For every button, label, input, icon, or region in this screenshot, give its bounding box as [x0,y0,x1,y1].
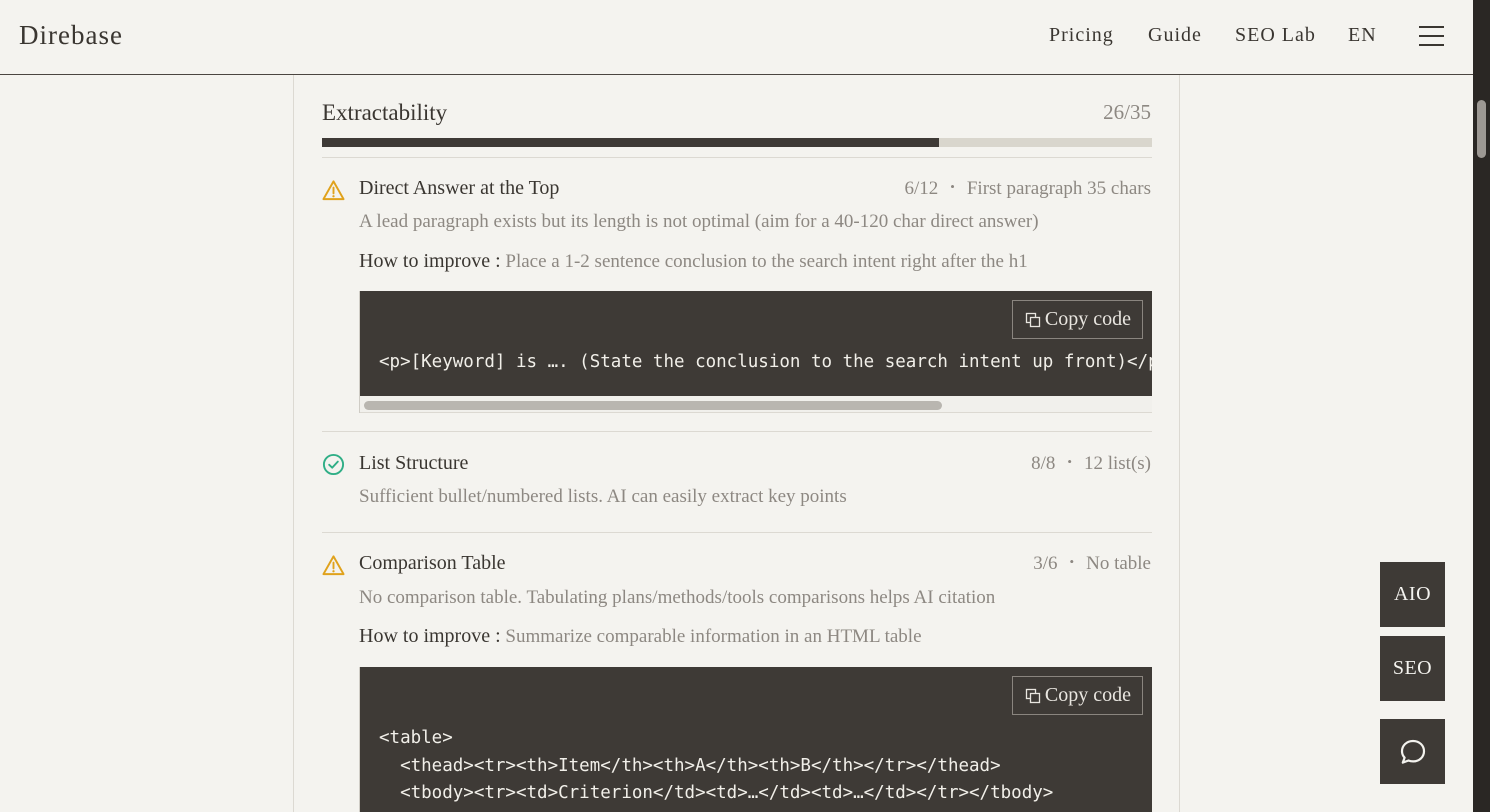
improve-label: How to improve : [359,625,501,647]
chat-bubble-icon [1400,739,1425,764]
item-description: No comparison table. Tabulating plans/me… [359,587,996,608]
extractability-card: Extractability 26/35 Direct Answer at th… [293,75,1180,812]
brand-logo[interactable]: Direbase [19,20,123,51]
copy-icon [1025,688,1041,703]
section-progress-bar [322,138,1152,147]
hamburger-menu-icon[interactable] [1419,26,1444,47]
warning-icon [322,180,345,201]
item-description: Sufficient bullet/numbered lists. AI can… [359,486,847,507]
copy-icon [1025,312,1041,327]
item-score: 8/8 [1031,453,1056,474]
improve-hint: How to improve : Summarize comparable in… [359,625,922,648]
nav-seo-lab[interactable]: SEO Lab [1235,24,1316,47]
seo-button[interactable]: SEO [1380,636,1445,701]
nav-language[interactable]: EN [1348,24,1377,47]
section-title: Extractability [322,100,448,125]
warning-icon [322,555,345,576]
improve-label: How to improve : [359,250,501,272]
page-scrollbar[interactable] [1473,0,1490,812]
improve-text: Summarize comparable information in an H… [505,626,922,647]
divider [322,532,1152,533]
divider [322,157,1152,158]
improve-hint: How to improve : Place a 1-2 sentence co… [359,250,1028,273]
item-score: 6/12 [904,178,939,199]
item-detail: 12 list(s) [1083,453,1151,474]
item-title: Direct Answer at the Top [359,177,560,199]
copy-code-label: Copy code [1044,684,1131,706]
chat-button[interactable] [1380,719,1445,784]
code-horizontal-scrollbar[interactable] [360,396,1152,413]
item-detail: First paragraph 35 chars [966,178,1151,199]
code-line: <table> [379,728,453,748]
item-meta: 8/8 • 12 list(s) [1031,453,1151,474]
code-snippet-container: Copy code <p>[Keyword] is …. (State the … [359,291,1152,413]
copy-code-label: Copy code [1044,308,1131,330]
item-title: Comparison Table [359,552,506,574]
item-meta: 3/6 • No table [1033,553,1151,574]
improve-text: Place a 1-2 sentence conclusion to the s… [505,251,1028,272]
divider [322,431,1152,432]
code-scrollbar-thumb[interactable] [364,401,942,410]
nav-guide[interactable]: Guide [1148,24,1202,47]
aio-button[interactable]: AIO [1380,562,1445,627]
item-title: List Structure [359,452,469,474]
item-meta: 6/12 • First paragraph 35 chars [904,178,1151,199]
code-block: Copy code <table> <thead><tr><th>Item</t… [360,667,1152,812]
code-line: <thead><tr><th>Item</th><th>A</th><th>B<… [379,756,1001,776]
item-description: A lead paragraph exists but its length i… [359,211,1039,232]
page-scrollbar-thumb[interactable] [1477,100,1486,158]
section-progress-fill [322,138,939,147]
top-header: Direbase Pricing Guide SEO Lab EN [0,0,1473,75]
code-line: <p>[Keyword] is …. (State the conclusion… [379,352,1152,372]
code-block: Copy code <p>[Keyword] is …. (State the … [360,291,1152,396]
code-snippet-container: Copy code <table> <thead><tr><th>Item</t… [359,667,1152,812]
item-score: 3/6 [1033,553,1058,574]
copy-code-button[interactable]: Copy code [1011,676,1143,715]
item-detail: No table [1086,553,1151,574]
check-circle-icon [322,453,345,476]
nav-pricing[interactable]: Pricing [1049,24,1114,47]
copy-code-button[interactable]: Copy code [1011,300,1143,339]
code-line: <tbody><tr><td>Criterion</td><td>…</td><… [379,783,1054,803]
section-score: 26/35 [1103,100,1151,124]
